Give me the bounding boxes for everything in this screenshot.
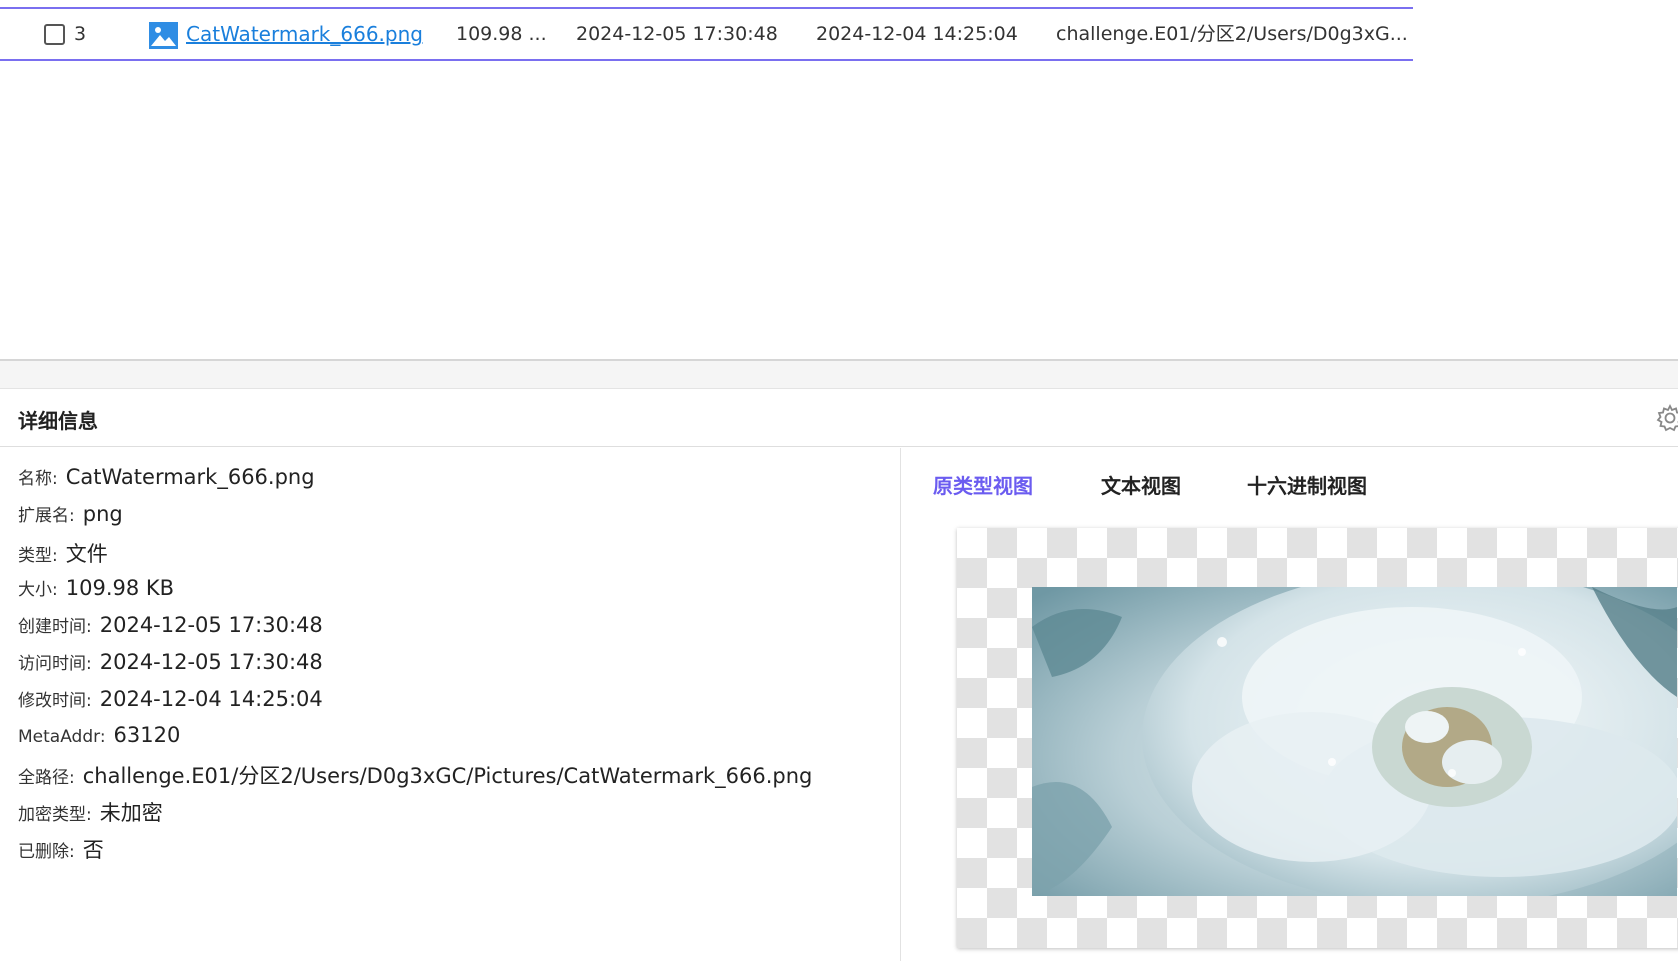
- file-name-link[interactable]: CatWatermark_666.png: [186, 9, 423, 59]
- tab-original-view[interactable]: 原类型视图: [933, 470, 1033, 499]
- info-extension: 扩展名: png: [18, 502, 123, 526]
- info-encryption: 加密类型: 未加密: [18, 801, 163, 825]
- gear-icon[interactable]: [1655, 403, 1678, 433]
- info-full-path: 全路径: challenge.E01/分区2/Users/D0g3xGC/Pict…: [18, 764, 813, 788]
- info-type: 类型: 文件: [18, 542, 108, 566]
- preview-pane: 原类型视图 文本视图 十六进制视图: [902, 448, 1678, 961]
- info-size: 大小: 109.98 KB: [18, 576, 175, 600]
- tab-text-view[interactable]: 文本视图: [1101, 470, 1181, 499]
- info-pane: 名称: CatWatermark_666.png 扩展名: png 类型: 文件 大小…: [0, 448, 901, 961]
- info-modified: 修改时间: 2024-12-04 14:25:04: [18, 687, 323, 711]
- info-deleted: 已删除: 否: [18, 838, 104, 862]
- info-created: 创建时间: 2024-12-05 17:30:48: [18, 613, 323, 637]
- panel-splitter[interactable]: [0, 359, 1678, 389]
- tab-hex-view[interactable]: 十六进制视图: [1247, 470, 1367, 499]
- info-metaaddr: MetaAddr: 63120: [18, 723, 181, 747]
- details-header: 详细信息: [0, 389, 1678, 447]
- image-preview: [957, 528, 1678, 948]
- info-name: 名称: CatWatermark_666.png: [18, 465, 315, 489]
- file-table: 3 CatWatermark_666.png 109.98 ... 2024-1…: [0, 0, 1678, 360]
- image-file-icon: [149, 22, 178, 49]
- details-title: 详细信息: [18, 409, 98, 433]
- modified-time-cell: 2024-12-04 14:25:04: [816, 23, 1018, 45]
- table-row[interactable]: 3 CatWatermark_666.png 109.98 ... 2024-1…: [0, 7, 1413, 61]
- info-accessed: 访问时间: 2024-12-05 17:30:48: [18, 650, 323, 674]
- checkbox-icon[interactable]: [44, 24, 65, 45]
- row-index: 3: [74, 23, 87, 45]
- path-cell: challenge.E01/分区2/Users/D0g3xG...: [1056, 23, 1408, 45]
- flower-image: [1032, 587, 1677, 896]
- created-time-cell: 2024-12-05 17:30:48: [576, 23, 778, 45]
- file-size-cell: 109.98 ...: [456, 23, 547, 45]
